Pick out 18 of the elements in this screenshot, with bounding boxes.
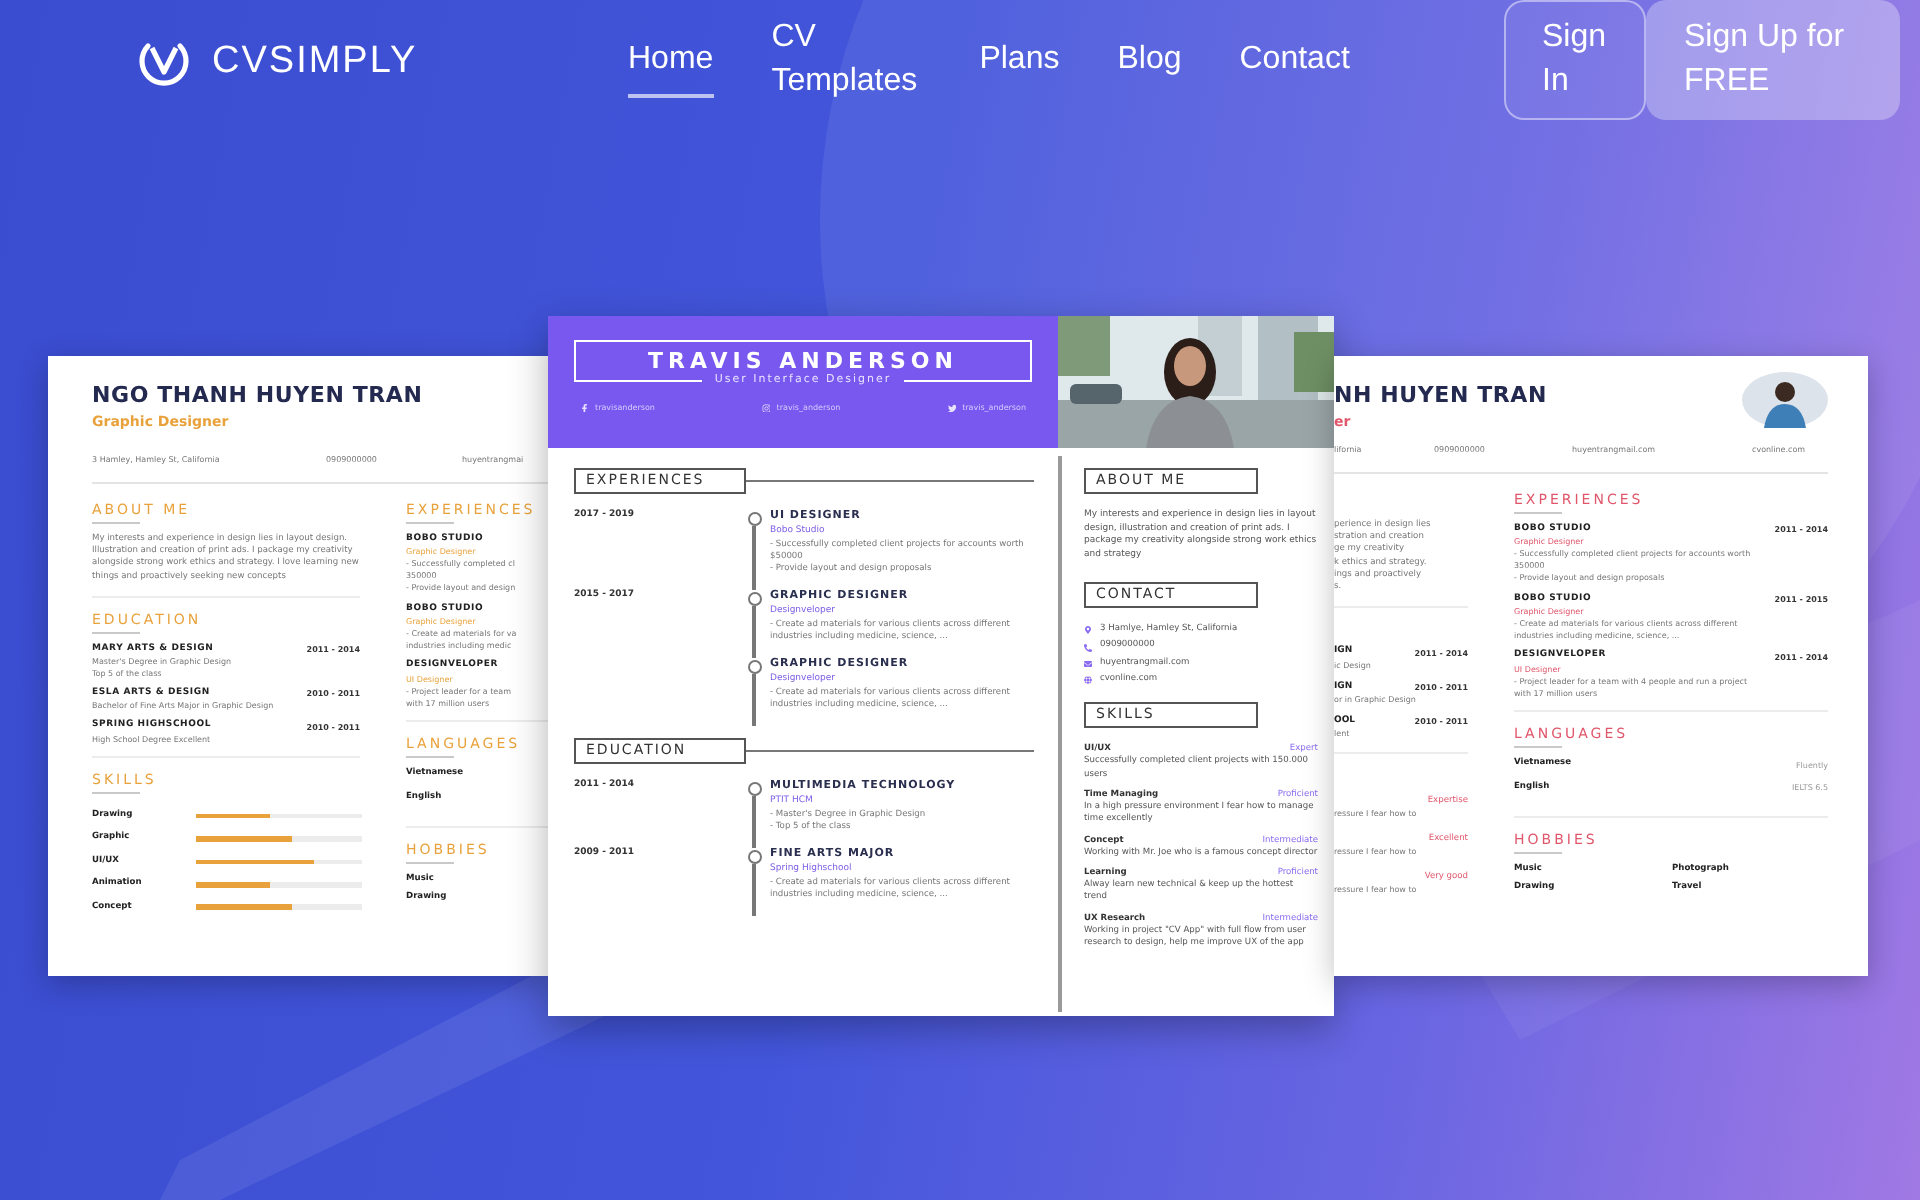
globe-icon	[1084, 676, 1092, 685]
sign-in-button[interactable]: Sign In	[1504, 0, 1646, 120]
nav-link[interactable]: CV Templates	[771, 4, 922, 120]
resume-name: NH HUYEN TRAN	[1334, 380, 1547, 412]
phone-icon	[1084, 643, 1092, 652]
bird-icon	[947, 403, 957, 413]
location-pin-icon	[1084, 626, 1092, 635]
facebook-icon	[580, 403, 589, 413]
logo-text: CVSIMPLY	[212, 40, 418, 84]
sign-up-button[interactable]: Sign Up for FREE	[1646, 0, 1900, 120]
resume-name: NGO THANH HUYEN TRAN	[92, 380, 425, 412]
nav-link[interactable]: Home	[628, 26, 714, 98]
nav-link[interactable]: Plans	[979, 26, 1060, 98]
camera-icon	[761, 403, 771, 413]
mail-icon	[1084, 659, 1092, 668]
nav-link[interactable]: Blog	[1117, 26, 1182, 98]
nav-link[interactable]: Contact	[1239, 26, 1350, 98]
resume-name: TRAVIS ANDERSON	[648, 345, 958, 374]
